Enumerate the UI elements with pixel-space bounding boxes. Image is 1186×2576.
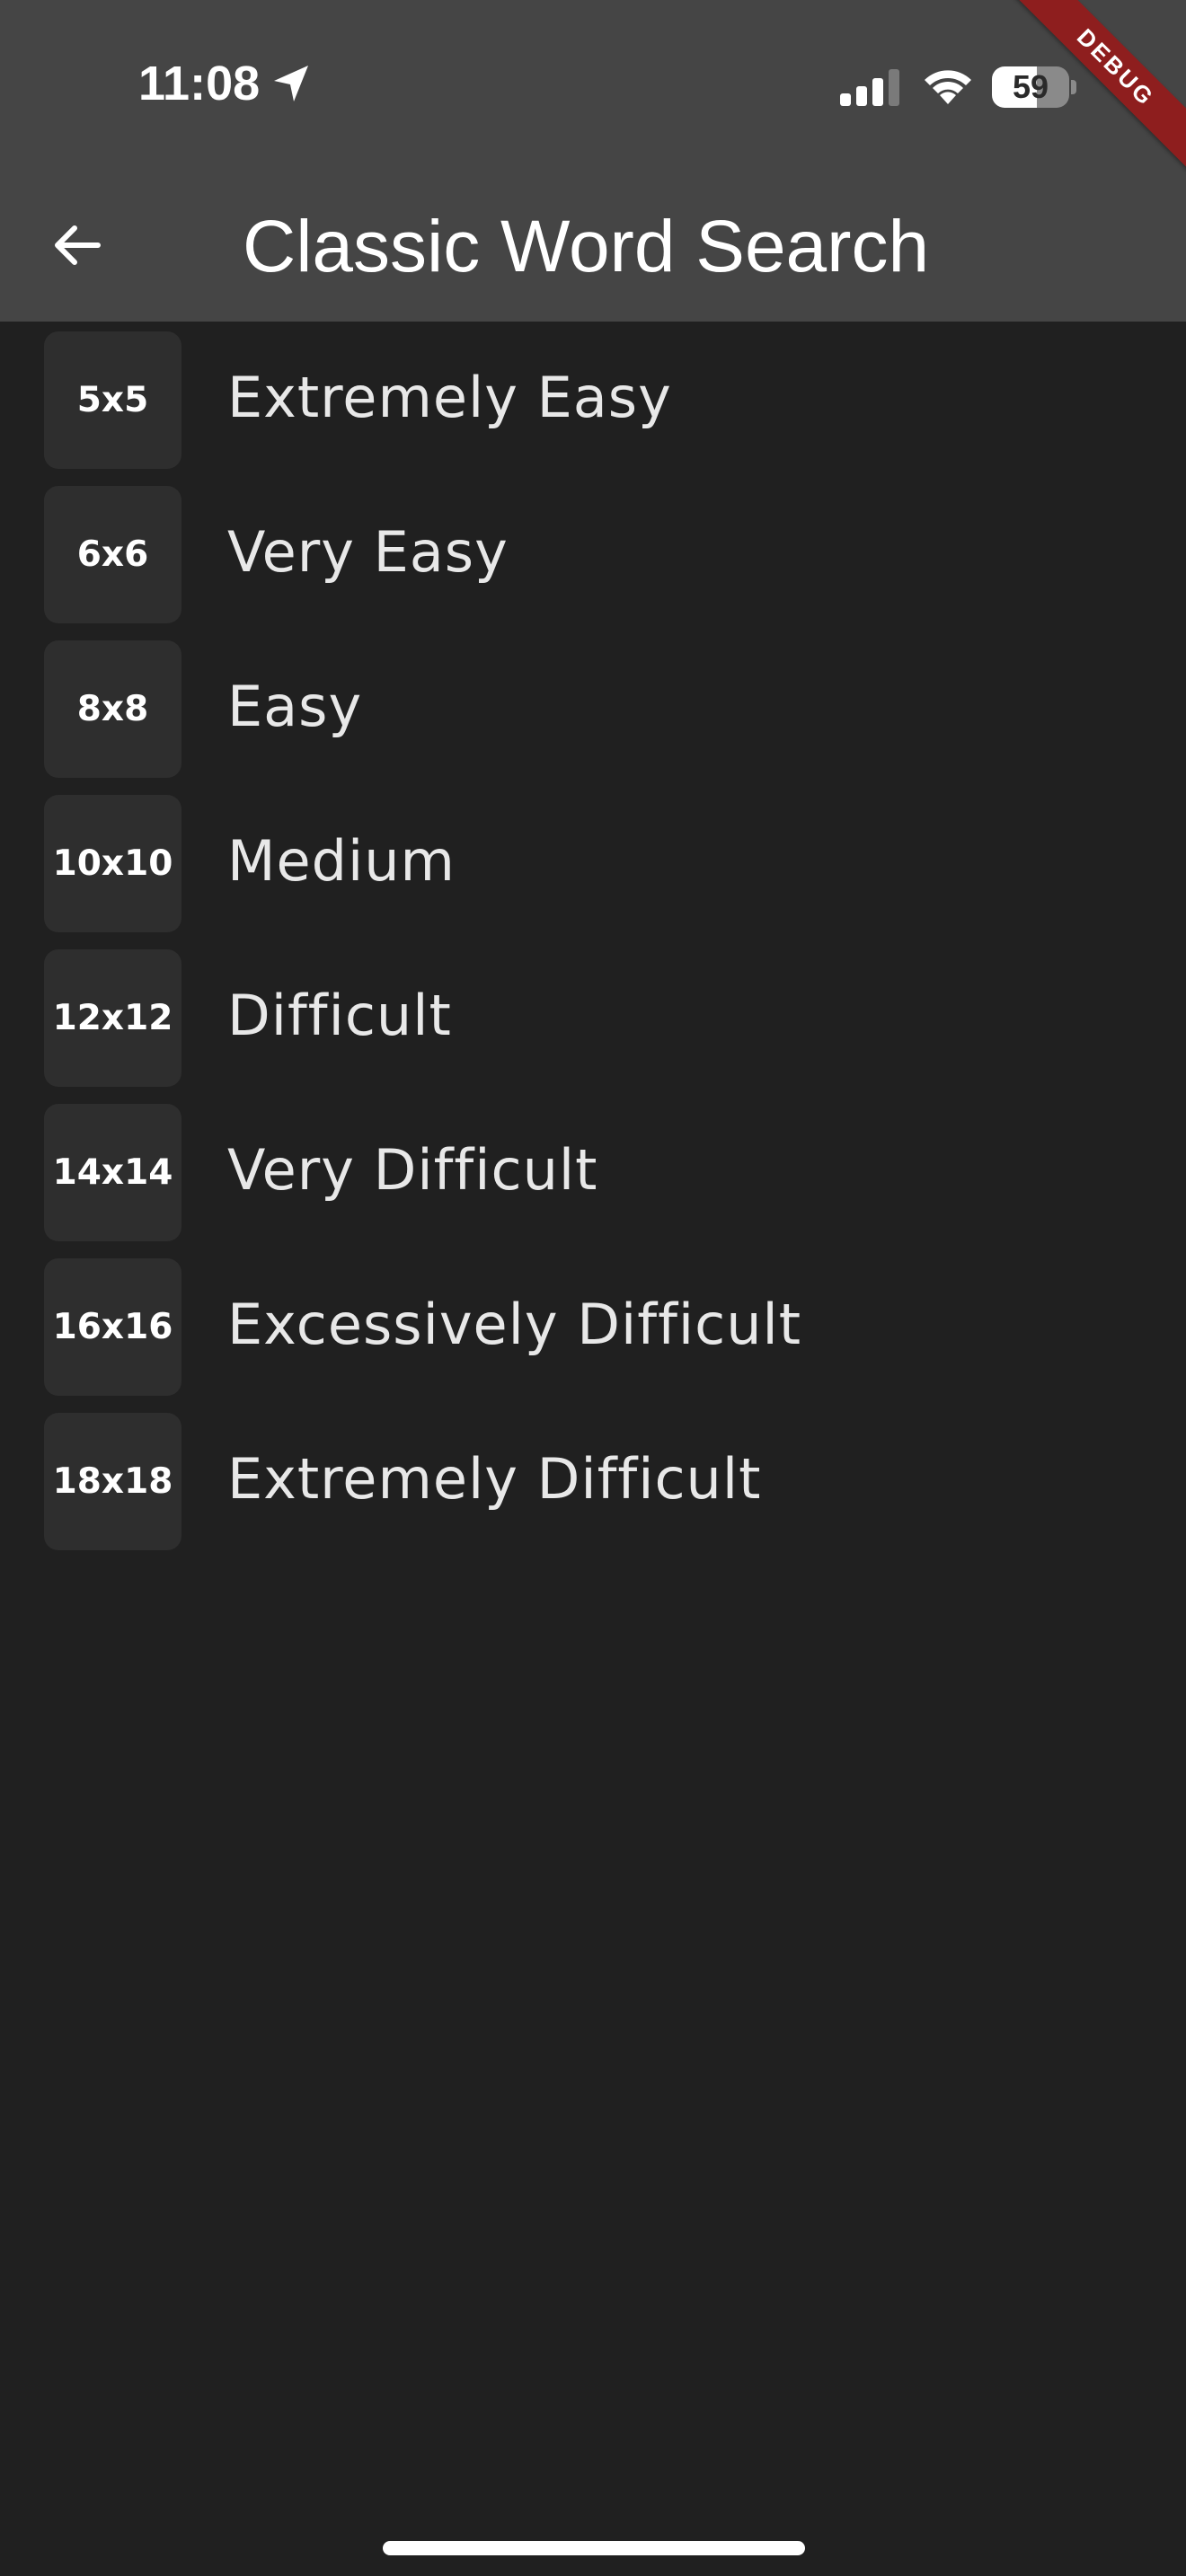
difficulty-label: Medium xyxy=(227,828,456,894)
grid-size-badge: 16x16 xyxy=(44,1258,181,1396)
back-button[interactable] xyxy=(36,205,117,286)
list-item-level-14x14[interactable]: 14x14 Very Difficult xyxy=(0,1099,1186,1254)
grid-size-badge: 12x12 xyxy=(44,949,181,1087)
list-item-level-6x6[interactable]: 6x6 Very Easy xyxy=(0,481,1186,636)
grid-size-badge: 10x10 xyxy=(44,795,181,932)
list-item-level-18x18[interactable]: 18x18 Extremely Difficult xyxy=(0,1408,1186,1563)
difficulty-label: Very Difficult xyxy=(227,1137,598,1203)
arrow-left-icon xyxy=(55,225,101,265)
grid-size-badge: 8x8 xyxy=(44,640,181,778)
difficulty-label: Easy xyxy=(227,674,363,739)
difficulty-label: Extremely Difficult xyxy=(227,1446,762,1512)
battery-icon: 59 xyxy=(992,66,1076,108)
page-title: Classic Word Search xyxy=(243,206,930,287)
grid-size-badge: 5x5 xyxy=(44,331,181,469)
difficulty-label: Difficult xyxy=(227,983,452,1048)
battery-level: 59 xyxy=(1012,68,1049,105)
difficulty-label: Extremely Easy xyxy=(227,365,672,430)
list-item-level-8x8[interactable]: 8x8 Easy xyxy=(0,636,1186,790)
list-item-level-12x12[interactable]: 12x12 Difficult xyxy=(0,945,1186,1099)
location-arrow-icon xyxy=(274,66,308,101)
grid-size-badge: 6x6 xyxy=(44,486,181,623)
difficulty-label: Excessively Difficult xyxy=(227,1292,802,1357)
difficulty-list: 5x5 Extremely Easy 6x6 Very Easy 8x8 Eas… xyxy=(0,327,1186,1563)
wifi-icon xyxy=(925,70,971,104)
grid-size-badge: 14x14 xyxy=(44,1104,181,1241)
app-header: 11:08 59 DEBUG Classic Word Search xyxy=(0,0,1186,322)
grid-size-badge: 18x18 xyxy=(44,1413,181,1550)
difficulty-label: Very Easy xyxy=(227,519,509,585)
status-time: 11:08 xyxy=(138,57,261,110)
list-item-level-10x10[interactable]: 10x10 Medium xyxy=(0,790,1186,945)
list-item-level-5x5[interactable]: 5x5 Extremely Easy xyxy=(0,327,1186,481)
list-item-level-16x16[interactable]: 16x16 Excessively Difficult xyxy=(0,1254,1186,1408)
cellular-signal-icon xyxy=(840,69,899,106)
home-indicator[interactable] xyxy=(383,2541,805,2555)
